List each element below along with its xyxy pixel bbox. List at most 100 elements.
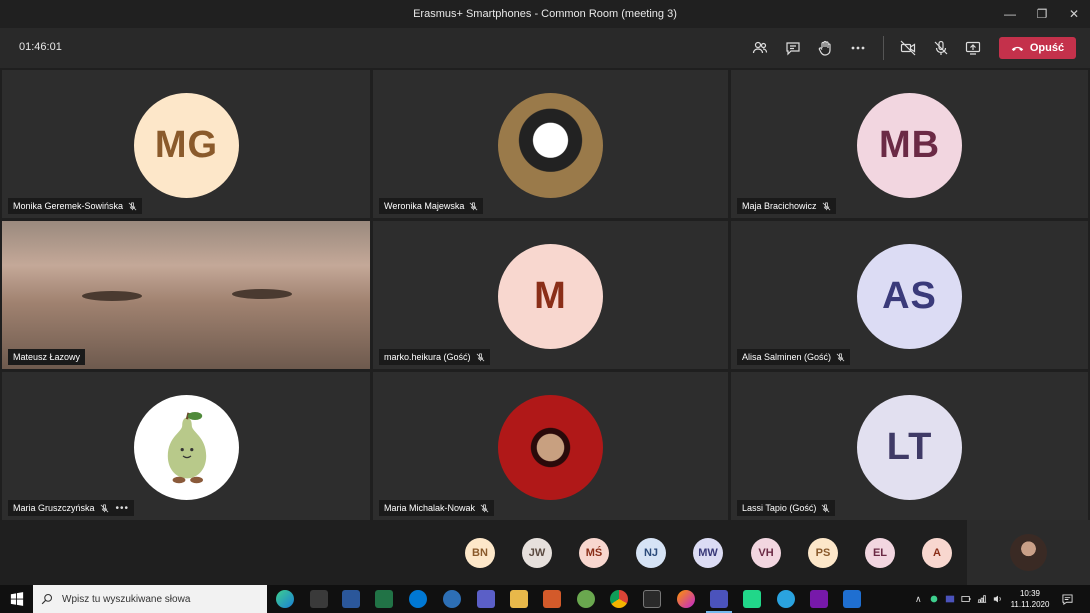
- participant-name: Lassi Tapio (Gość): [742, 503, 817, 513]
- word-app-icon[interactable]: [342, 590, 360, 608]
- terminal-app-icon[interactable]: [310, 590, 328, 608]
- leave-meeting-button[interactable]: Opuść: [999, 37, 1076, 59]
- green-app-icon[interactable]: [577, 590, 595, 608]
- video-grid: MG Monika Geremek-Sowińska Weronika Maje…: [0, 68, 1090, 520]
- meeting-toolbar: 01:46:01 Opuść: [0, 28, 1090, 68]
- battery-icon[interactable]: [961, 594, 971, 604]
- strip-avatar[interactable]: EL: [865, 538, 895, 568]
- participant-name-label: Lassi Tapio (Gość): [737, 500, 836, 516]
- chrome-app-icon[interactable]: [610, 590, 628, 608]
- maximize-button[interactable]: ❐: [1026, 0, 1058, 28]
- window-controls: — ❐ ✕: [994, 0, 1090, 28]
- participant-name: Monika Geremek-Sowińska: [13, 201, 124, 211]
- media-app-icon[interactable]: [643, 590, 661, 608]
- self-avatar-photo: [1010, 534, 1047, 571]
- participant-tile[interactable]: MB Maja Bracichowicz: [731, 70, 1088, 218]
- strip-avatar[interactable]: PS: [808, 538, 838, 568]
- avatar: AS: [857, 244, 962, 349]
- start-button[interactable]: [0, 585, 33, 613]
- mic-muted-icon: [822, 201, 830, 210]
- avatar-initials: MG: [154, 124, 219, 166]
- mic-muted-icon: [476, 352, 484, 361]
- more-options-icon[interactable]: [847, 37, 869, 59]
- participant-name: Maria Michalak-Nowak: [384, 503, 476, 513]
- volume-icon[interactable]: [993, 594, 1003, 604]
- excel-app-icon[interactable]: [375, 590, 393, 608]
- participant-name-label: Maja Bracichowicz: [737, 198, 836, 214]
- participants-icon[interactable]: [749, 37, 771, 59]
- mic-muted-icon: [480, 503, 489, 512]
- meeting-timer: 01:46:01: [19, 41, 62, 53]
- window-title: Erasmus+ Smartphones - Common Room (meet…: [413, 8, 677, 20]
- raise-hand-icon[interactable]: [814, 37, 836, 59]
- mic-muted-icon: [821, 503, 830, 512]
- strip-avatar[interactable]: A: [922, 538, 952, 568]
- participant-name: Mateusz Łazowy: [13, 352, 81, 362]
- sublime-app-icon[interactable]: [543, 590, 561, 608]
- strip-avatar[interactable]: NJ: [636, 538, 666, 568]
- tray-app-icon[interactable]: [945, 594, 955, 604]
- clock-time: 10:39: [1019, 589, 1041, 598]
- participant-tile[interactable]: MG Monika Geremek-Sowińska: [2, 70, 370, 218]
- camera-off-icon[interactable]: [897, 37, 919, 59]
- participant-video-tile[interactable]: Mateusz Łazowy: [2, 221, 370, 369]
- avatar-photo-red: [498, 395, 603, 500]
- participant-name: marko.heikura (Gość): [384, 352, 471, 362]
- participant-tile[interactable]: AS Alisa Salminen (Gość): [731, 221, 1088, 369]
- pycharm-app-icon[interactable]: [743, 590, 761, 608]
- tray-chevron-icon[interactable]: ∧: [915, 585, 922, 613]
- participant-name: Maria Gruszczyńska: [13, 503, 95, 513]
- edge-app-icon[interactable]: [276, 590, 294, 608]
- notifications-icon[interactable]: [1062, 585, 1073, 613]
- store-app-icon[interactable]: [843, 590, 861, 608]
- firefox-app-icon[interactable]: [677, 590, 695, 608]
- participant-name: Maja Bracichowicz: [742, 201, 817, 211]
- mic-muted-icon: [836, 352, 845, 361]
- video-feed-detail: [232, 289, 292, 299]
- save-app-icon[interactable]: [477, 590, 495, 608]
- network-icon[interactable]: [977, 594, 987, 604]
- participant-name: Weronika Majewska: [384, 201, 465, 211]
- leave-label: Opuść: [1029, 42, 1065, 54]
- clock-date: 11.11.2020: [1010, 600, 1050, 609]
- teams-app-icon[interactable]: [706, 590, 732, 613]
- avatar: MG: [134, 93, 239, 198]
- windows-logo-icon: [10, 592, 23, 606]
- strip-avatar[interactable]: MŚ: [579, 538, 609, 568]
- participant-tile[interactable]: Maria Michalak-Nowak: [373, 372, 728, 520]
- avatar: MB: [857, 93, 962, 198]
- mic-muted-icon[interactable]: [930, 37, 952, 59]
- mic-muted-icon: [469, 201, 478, 210]
- strip-avatar[interactable]: JW: [522, 538, 552, 568]
- close-button[interactable]: ✕: [1058, 0, 1090, 28]
- onenote-app-icon[interactable]: [810, 590, 828, 608]
- strip-avatar[interactable]: VH: [751, 538, 781, 568]
- video-feed-detail: [82, 291, 142, 301]
- taskbar-search-box[interactable]: Wpisz tu wyszukiwane słowa: [33, 585, 267, 613]
- tray-app-icon[interactable]: [929, 594, 939, 604]
- strip-avatar[interactable]: BN: [465, 538, 495, 568]
- onedrive-app-icon[interactable]: [409, 590, 427, 608]
- self-view-tile[interactable]: [967, 520, 1090, 585]
- avatar-initials: M: [534, 275, 567, 317]
- share-screen-icon[interactable]: [962, 37, 984, 59]
- network-app-icon[interactable]: [443, 590, 461, 608]
- avatar-initials: MB: [878, 124, 941, 166]
- more-options-icon[interactable]: •••: [116, 503, 130, 514]
- telegram-app-icon[interactable]: [777, 590, 795, 608]
- participant-tile[interactable]: LT Lassi Tapio (Gość): [731, 372, 1088, 520]
- chat-icon[interactable]: [782, 37, 804, 59]
- file-explorer-icon[interactable]: [510, 590, 528, 608]
- participant-tile[interactable]: Maria Gruszczyńska •••: [2, 372, 370, 520]
- strip-avatar[interactable]: MW: [693, 538, 723, 568]
- participant-name-label: Weronika Majewska: [379, 198, 484, 214]
- taskbar-clock[interactable]: 10:39 11.11.2020: [1010, 588, 1050, 610]
- participant-name-label: Monika Geremek-Sowińska: [8, 198, 143, 214]
- avatar-photo-pear: [134, 395, 239, 500]
- windows-taskbar: Wpisz tu wyszukiwane słowa ∧ 10:39 11.11…: [0, 585, 1090, 613]
- avatar: LT: [857, 395, 962, 500]
- participant-tile[interactable]: Weronika Majewska: [373, 70, 728, 218]
- participant-tile[interactable]: M marko.heikura (Gość): [373, 221, 728, 369]
- participant-name-label: Alisa Salminen (Gość): [737, 349, 851, 365]
- minimize-button[interactable]: —: [994, 0, 1026, 28]
